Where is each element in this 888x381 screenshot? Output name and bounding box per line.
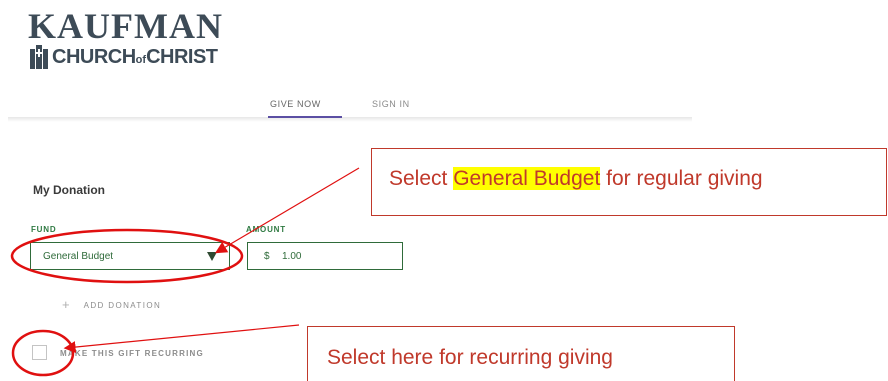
arrow-to-checkbox — [63, 324, 300, 354]
arrow-to-fund — [214, 167, 360, 254]
annotation-overlay — [10, 167, 360, 377]
fund-highlight-ellipse — [10, 228, 244, 284]
checkbox-highlight-ellipse — [11, 329, 75, 377]
